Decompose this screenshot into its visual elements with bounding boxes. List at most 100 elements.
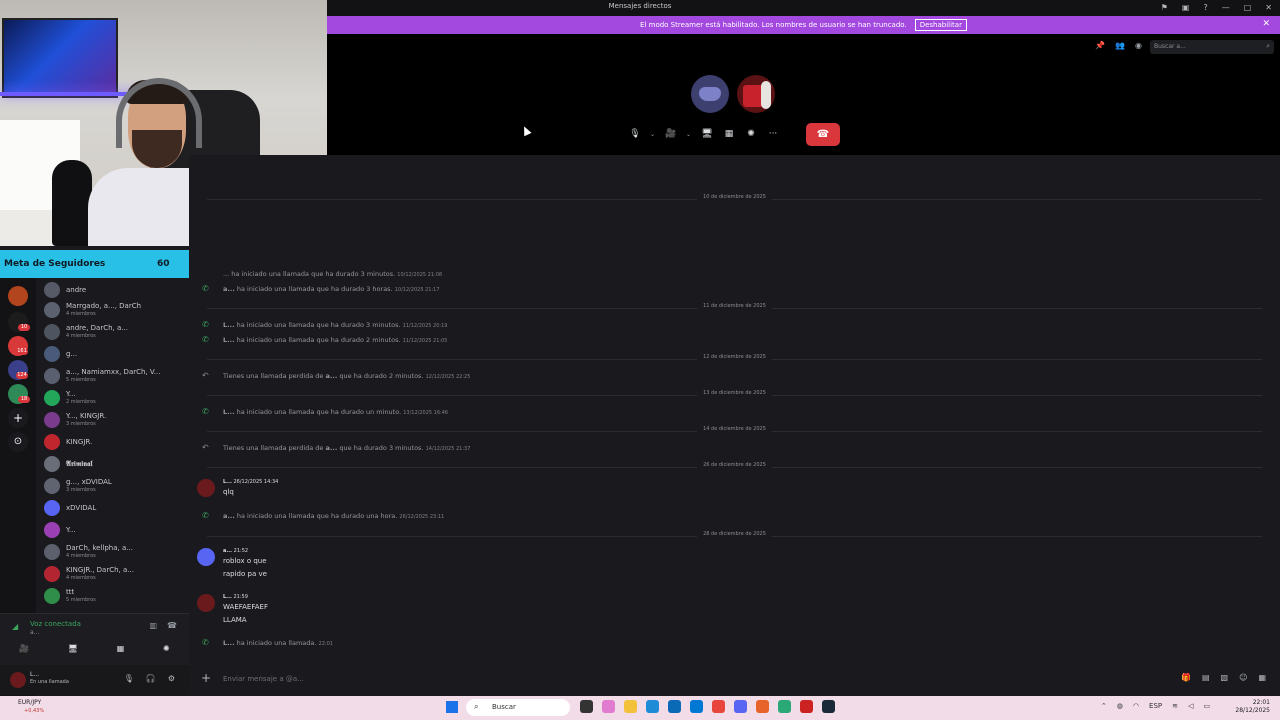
dm-item[interactable]: ttt 5 miembros [42,586,187,606]
chrome-icon[interactable] [712,700,725,713]
dm-item[interactable]: Y... 2 miembros [42,388,187,408]
dm-item[interactable]: KINGJR., DarCh, a... 4 miembros [42,564,187,584]
window-controls: ⚑ ▣ ? — □ ✕ [1161,3,1272,12]
profile-icon[interactable]: ◉ [1135,41,1142,50]
chat-messages: 10 de diciembre de 2025 ... ha iniciado … [189,155,1280,665]
task-view-icon[interactable] [580,700,593,713]
microphone-icon[interactable]: 🎙 [124,674,134,683]
hangup-button[interactable]: ☎ [806,123,840,146]
soundboard-icon[interactable]: ✺ [163,644,170,653]
help-icon[interactable]: ? [1203,3,1207,12]
user-status: En una llamada [30,679,69,685]
add-attachment-icon[interactable]: + [201,671,211,685]
dm-item[interactable]: andre, DarCh, a... 4 miembros [42,322,187,342]
close-icon[interactable]: ✕ [1265,3,1272,12]
dm-item[interactable]: andre [42,280,187,300]
share-screen-icon[interactable]: 🖥 [68,644,78,653]
wifi-status-icon[interactable]: ≋ [1172,702,1178,710]
windows-start-icon[interactable] [446,701,458,713]
chevron-up-icon[interactable]: ⌃ [1101,702,1107,710]
flag-icon[interactable]: ⚑ [1161,3,1168,12]
activities-icon[interactable]: ▦ [722,129,736,139]
noise-suppression-icon[interactable]: ▥ [149,621,157,630]
call-controls: 🎙 ⌄ 🎥 ⌄ 🖥 ▦ ✺ ··· [628,123,792,145]
call-header-icons: 📌 👥 ◉ [1095,41,1142,50]
pin-icon[interactable]: 📌 [1095,41,1105,50]
search-icon: ⌕ [1266,42,1270,50]
mic-options-chevron-icon[interactable]: ⌄ [650,131,656,138]
taskbar-apps [580,700,835,713]
avatar[interactable] [197,594,215,612]
steam-icon[interactable] [822,700,835,713]
headphones-icon[interactable]: 🎧 [146,674,156,683]
avatar[interactable] [197,548,215,566]
app-icon[interactable] [778,700,791,713]
add-friend-icon[interactable]: 👥 [1115,41,1125,50]
server-icon[interactable] [8,286,28,306]
server-badge: 18 [18,396,30,403]
dm-item[interactable]: a..., Namiamxx, DarCh, V... 5 miembros [42,366,187,386]
dm-item[interactable]: g..., xDVIDAL 3 miembros [42,476,187,496]
phone-call-icon: ✆ [202,284,209,293]
mail-icon[interactable] [690,700,703,713]
app-icon[interactable] [800,700,813,713]
dm-item[interactable]: 𝕬𝖗𝖎𝖒𝖎𝖓𝖆𝖑 [42,454,187,474]
sticker-icon[interactable]: ▧ [1221,673,1229,682]
phone-call-icon: ✆ [202,335,209,344]
dm-item[interactable]: xDVIDAL [42,498,187,518]
discord-icon[interactable] [734,700,747,713]
avatar[interactable] [10,672,26,688]
apps-icon[interactable]: ▦ [1258,673,1266,682]
maximize-icon[interactable]: □ [1244,3,1252,12]
microphone-icon[interactable]: 🎙 [628,129,642,139]
discover-icon[interactable]: ⊙ [8,432,28,452]
language-indicator[interactable]: ESP [1149,702,1162,710]
phone-call-icon: ✆ [202,320,209,329]
disconnect-icon[interactable]: ☎ [167,621,177,630]
edge-icon[interactable] [646,700,659,713]
wifi-icon[interactable]: ◠ [1133,702,1139,710]
gif-icon[interactable]: ▤ [1202,673,1210,682]
banner-close-icon[interactable]: ✕ [1262,19,1270,29]
dm-item[interactable]: Marrgado, a..., DarCh 4 miembros [42,300,187,320]
camera-options-chevron-icon[interactable]: ⌄ [686,131,692,138]
taskbar-search[interactable]: ⌕ Buscar [466,699,570,716]
app-icon[interactable] [756,700,769,713]
minimize-icon[interactable]: — [1222,3,1230,12]
screen-icon[interactable]: ▣ [1182,3,1190,12]
activities-icon[interactable]: ▦ [117,644,125,653]
share-screen-icon[interactable]: 🖥 [700,129,714,139]
emoji-icon[interactable]: ☺ [1239,673,1247,682]
dm-item[interactable]: DarCh, kellpha, a... 4 miembros [42,542,187,562]
stock-widget-name[interactable]: EUR/JPY [18,699,41,706]
dm-item[interactable]: Y... [42,520,187,540]
file-explorer-icon[interactable] [624,700,637,713]
volume-icon[interactable]: ◁ [1188,702,1193,710]
message-composer: + Enviar mensaje a @a... 🎁 ▤ ▧ ☺ ▦ [189,665,1280,695]
message-input[interactable]: Enviar mensaje a @a... [223,675,304,683]
call-participant-avatar-1[interactable] [691,75,729,113]
dm-item[interactable]: g... [42,344,187,364]
add-server-icon[interactable]: + [8,408,28,428]
server-badge: 161 [16,348,28,355]
call-participant-avatar-2[interactable] [737,75,775,113]
disable-streamer-button[interactable]: Deshabilitar [914,19,967,31]
camera-off-icon[interactable]: 🎥 [664,129,678,139]
more-options-icon[interactable]: ··· [766,129,780,139]
settings-gear-icon[interactable]: ⚙ [168,674,175,683]
chat-message: L... 26/12/2025 14:34 qlq [189,479,1280,503]
avatar[interactable] [197,479,215,497]
camera-icon[interactable]: 🎥 [19,644,29,653]
dm-item[interactable]: Y..., KINGJR. 3 miembros [42,410,187,430]
dm-item[interactable]: KINGJR. [42,432,187,452]
call-system-message: ✆ L... ha iniciado una llamada. 22:01 [202,638,333,647]
copilot-icon[interactable] [602,700,615,713]
battery-icon[interactable]: ▭ [1203,702,1210,710]
search-input[interactable]: Buscar a... ⌕ [1150,40,1274,54]
soundboard-icon[interactable]: ✺ [744,129,758,139]
taskbar-clock[interactable]: 22:01 28/12/2025 [1235,699,1270,715]
gift-icon[interactable]: 🎁 [1181,673,1191,682]
store-icon[interactable] [668,700,681,713]
voice-status: Voz conectada [30,620,81,628]
network-icon[interactable]: ◍ [1117,702,1123,710]
